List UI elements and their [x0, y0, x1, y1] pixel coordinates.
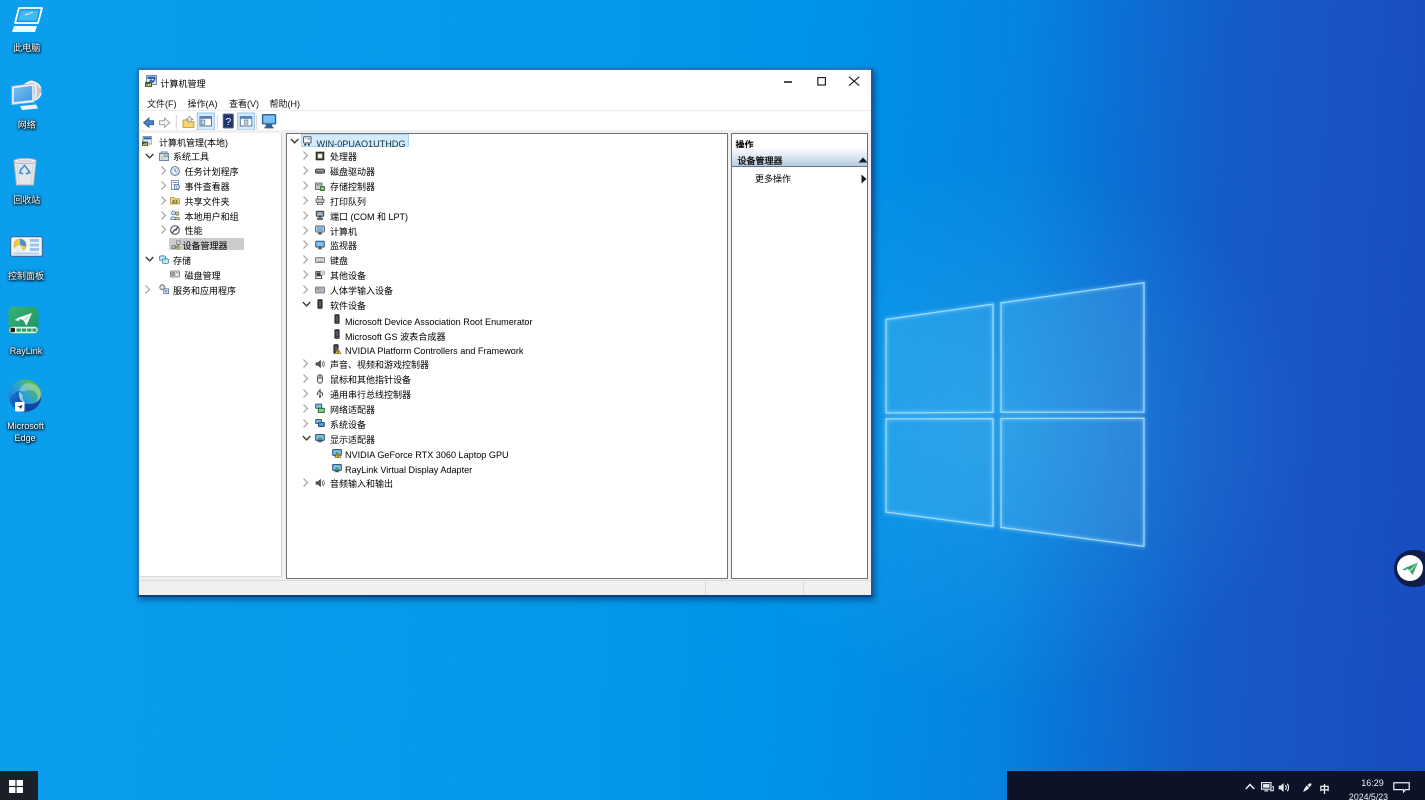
svg-text:?: ?: [225, 116, 231, 128]
svg-text:?: ?: [322, 271, 324, 275]
